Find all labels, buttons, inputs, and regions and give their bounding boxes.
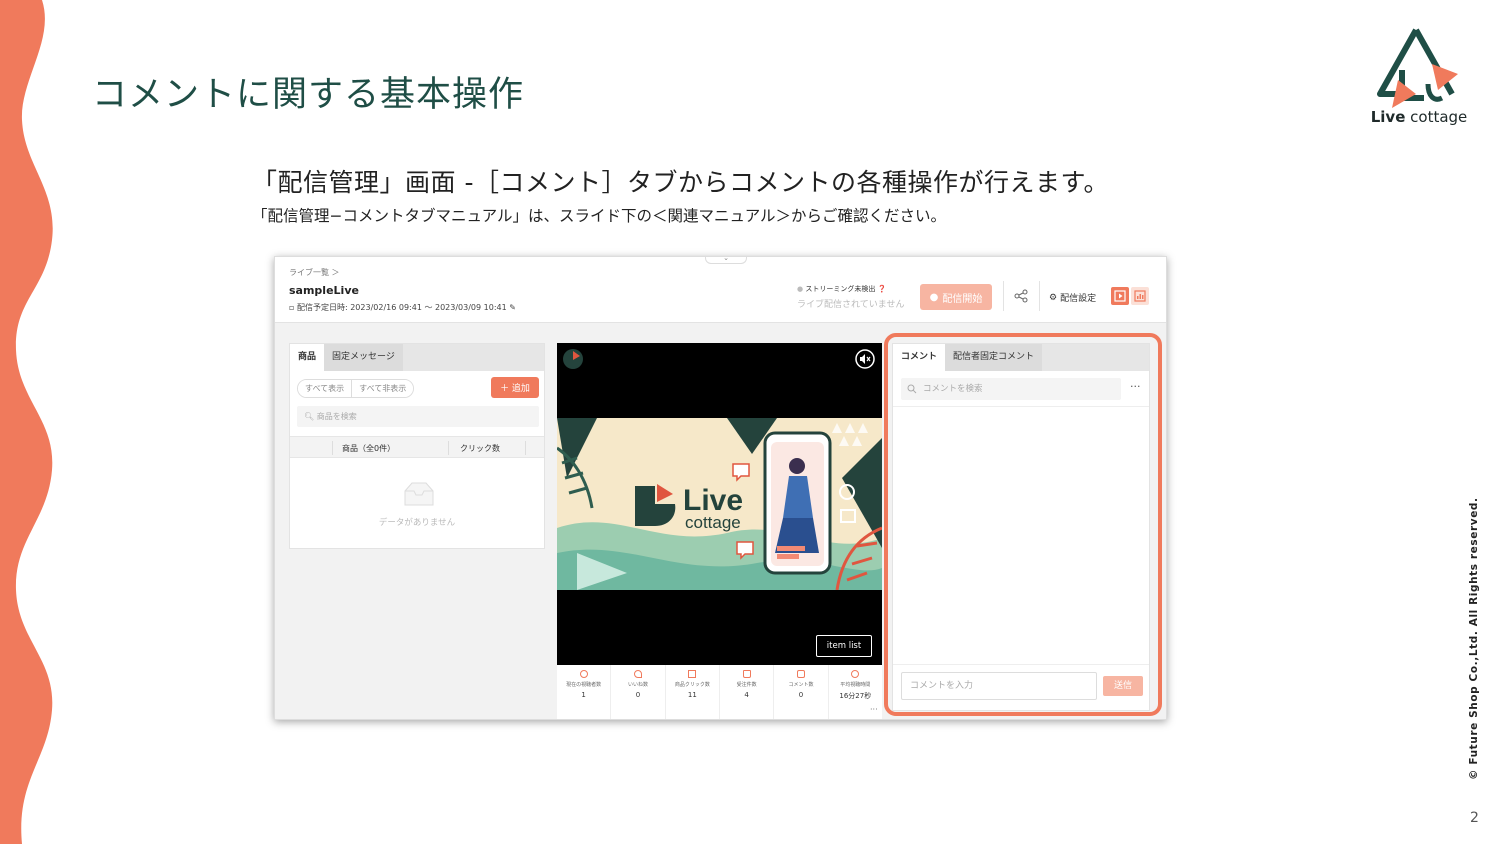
- schedule-text: 配信予定日時: 2023/02/16 09:41 〜 2023/03/09 10…: [296, 303, 507, 312]
- start-stream-button[interactable]: ● 配信開始: [920, 284, 992, 310]
- video-banner: Live cottage: [557, 418, 882, 590]
- divider: [893, 664, 1149, 665]
- manual-note: 「配信管理−コメントタブマニュアル」は、スライド下の＜関連マニュアル＞からご確認…: [252, 207, 947, 225]
- edit-icon[interactable]: ✎: [507, 303, 516, 312]
- product-search-input[interactable]: 🔍︎ 商品を検索: [297, 406, 539, 427]
- stat-label: 商品クリック数: [674, 682, 710, 688]
- logo-text-light: cottage: [1405, 108, 1468, 126]
- play-square-icon: [1114, 290, 1126, 302]
- mute-icon[interactable]: [855, 349, 875, 369]
- comment-more-button[interactable]: ···: [1130, 380, 1141, 393]
- stats-more-button[interactable]: ···: [870, 705, 878, 714]
- stream-status-text: ストリーミング未検出: [805, 285, 876, 293]
- no-data-text: データがありません: [378, 518, 456, 528]
- tab-products[interactable]: 商品: [290, 344, 325, 371]
- video-player[interactable]: Live cottage item list: [557, 343, 882, 665]
- share-icon[interactable]: [1014, 289, 1028, 303]
- header-divider: [1039, 281, 1040, 311]
- column-clicks: クリック数: [460, 444, 500, 453]
- hide-all-button[interactable]: すべて非表示: [351, 380, 414, 397]
- app-header: ⌄ ライブ一覧 ＞ sampleLive ▫ 配信予定日時: 2023/02/1…: [275, 257, 1166, 323]
- stat-comments: コメント数 0: [774, 665, 829, 719]
- page-number: 2: [1470, 810, 1479, 826]
- column-separator: [332, 441, 333, 455]
- column-separator: [448, 441, 449, 455]
- bag-icon: [742, 670, 751, 678]
- comment-panel: コメント 配信者固定コメント コメントを検索 ··· コメントを入力 送信: [892, 343, 1150, 711]
- stat-likes: いいね数 0: [611, 665, 666, 719]
- show-all-button[interactable]: すべて表示: [298, 380, 352, 397]
- copyright: © Future Shop Co.,Ltd. All Rights reserv…: [1468, 497, 1480, 780]
- stream-status: ● ストリーミング未検出 ❓: [797, 284, 886, 294]
- breadcrumb[interactable]: ライブ一覧 ＞: [289, 267, 340, 278]
- empty-inbox-icon: [404, 482, 434, 506]
- comment-input[interactable]: コメントを入力: [901, 672, 1097, 700]
- stats-view-button[interactable]: [1131, 287, 1149, 305]
- column-separator: [525, 441, 526, 455]
- stat-value: 16分27秒: [839, 692, 872, 700]
- stat-value: 4: [744, 691, 749, 699]
- help-icon[interactable]: ❓: [875, 285, 887, 293]
- video-overlay-logo: [563, 349, 583, 369]
- subtitle: 「配信管理」画面 -［コメント］タブからコメントの各種操作が行えます。: [252, 168, 1109, 197]
- tab-comments[interactable]: コメント: [893, 344, 946, 371]
- stat-value: 0: [798, 691, 804, 699]
- stat-value: 11: [687, 691, 697, 699]
- divider: [893, 406, 1149, 407]
- stat-value: 0: [635, 691, 641, 699]
- calendar-icon: ▫: [289, 303, 297, 312]
- app-screenshot: ⌄ ライブ一覧 ＞ sampleLive ▫ 配信予定日時: 2023/02/1…: [274, 256, 1167, 720]
- tab-fixed-message[interactable]: 固定メッセージ: [324, 344, 403, 371]
- comment-search-input[interactable]: コメントを検索: [901, 378, 1121, 400]
- play-circle-icon: ●: [929, 291, 939, 303]
- live-name: sampleLive: [289, 284, 359, 297]
- gear-icon: ⚙: [1049, 292, 1058, 303]
- stat-label: 受注件数: [736, 682, 757, 688]
- stat-label: 平均視聴時間: [840, 682, 871, 688]
- stat-label: いいね数: [627, 682, 648, 688]
- stat-viewers: 現在の視聴者数 1: [557, 665, 612, 719]
- cart-icon: [688, 670, 697, 678]
- settings-label: 配信設定: [1060, 294, 1097, 304]
- stat-orders: 受注件数 4: [720, 665, 775, 719]
- search-icon: [907, 384, 917, 394]
- header-divider: [1003, 281, 1004, 311]
- comment-icon: [796, 670, 805, 678]
- tab-pinned-comments[interactable]: 配信者固定コメント: [945, 344, 1043, 371]
- product-search-placeholder: 商品を検索: [316, 412, 357, 421]
- product-table-header: 商品（全0件） クリック数: [290, 436, 544, 458]
- column-product: 商品（全0件）: [342, 444, 396, 453]
- chart-icon: [1134, 290, 1146, 302]
- start-stream-label: 配信開始: [942, 293, 983, 305]
- slide-title: コメントに関する基本操作: [92, 75, 525, 115]
- stat-product-clicks: 商品クリック数 11: [666, 665, 720, 719]
- stats-bar: 現在の視聴者数 1 いいね数 0 商品クリック数 11 受注件数 4 コメント数…: [557, 665, 882, 719]
- stat-label: 現在の視聴者数: [566, 682, 602, 688]
- send-button[interactable]: 送信: [1103, 676, 1143, 696]
- item-list-button[interactable]: item list: [816, 635, 872, 657]
- visibility-toggle-group: すべて表示 すべて非表示: [297, 379, 415, 398]
- video-logo-cottage: cottage: [685, 513, 741, 532]
- viewer-icon: [579, 670, 588, 678]
- product-tabs: 商品 固定メッセージ: [290, 344, 544, 371]
- product-panel: 商品 固定メッセージ すべて表示 すべて非表示 ＋ 追加 🔍︎ 商品を検索 商品…: [289, 343, 545, 549]
- schedule: ▫ 配信予定日時: 2023/02/16 09:41 〜 2023/03/09 …: [289, 302, 516, 313]
- clock-icon: [851, 670, 860, 678]
- heart-icon: [633, 670, 642, 678]
- comment-tabs: コメント 配信者固定コメント: [893, 344, 1149, 371]
- stream-sub: ライブ配信されていません: [797, 300, 905, 310]
- logo-text-bold: Live: [1370, 108, 1406, 126]
- wave-decoration: [0, 0, 53, 844]
- add-product-button[interactable]: ＋ 追加: [491, 377, 539, 398]
- stat-label: コメント数: [788, 682, 814, 688]
- video-view-button[interactable]: [1111, 287, 1129, 305]
- collapse-toggle[interactable]: ⌄: [705, 257, 747, 264]
- logo-text: Live cottage: [1366, 108, 1472, 126]
- settings-button[interactable]: ⚙ 配信設定: [1049, 291, 1097, 305]
- stat-value: 1: [581, 691, 586, 699]
